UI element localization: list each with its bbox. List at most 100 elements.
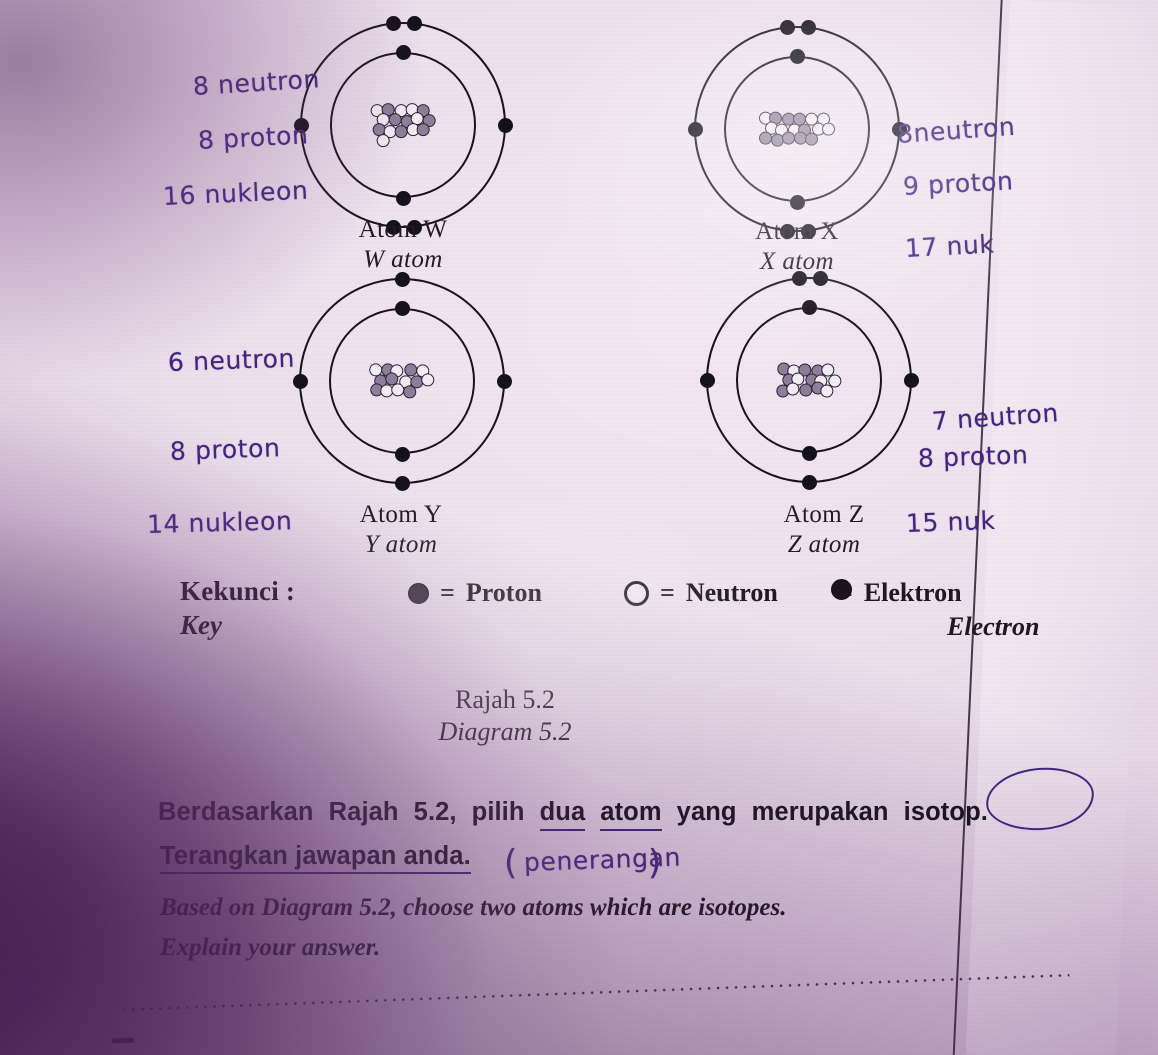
- q-word: merupakan: [751, 798, 889, 826]
- nucleus-proton: [417, 123, 431, 137]
- nucleus-x: [759, 111, 835, 147]
- question-en-line2: Explain your answer.: [160, 934, 381, 961]
- nucleus-neutron: [786, 382, 800, 396]
- nucleus-w: [370, 103, 436, 147]
- nucleus-proton: [781, 131, 795, 145]
- atom-label-ms: Atom Y: [359, 501, 443, 528]
- q-word-underlined: atom: [600, 798, 662, 831]
- electron: [394, 475, 410, 491]
- atom-label-en: W atom: [363, 246, 443, 273]
- handwriting-z-nucleon: 15 nuk: [905, 505, 996, 538]
- electron: [800, 19, 816, 35]
- atom-label-ms: Atom X: [755, 218, 839, 245]
- electron-icon: [830, 578, 852, 600]
- key-neutron-label: Neutron: [685, 578, 778, 607]
- electron: [394, 271, 410, 287]
- electron: [801, 474, 817, 490]
- electron: [292, 373, 308, 389]
- question-ms-line2: Terangkan jawapan anda.: [160, 842, 471, 874]
- handwriting-w-proton: 8 proton: [197, 120, 310, 155]
- key-label-ms: Kekunci :: [180, 576, 296, 606]
- electron: [406, 15, 422, 31]
- atom-diagram-z: [699, 270, 919, 490]
- electron: [801, 445, 817, 461]
- handwriting-w-nucleon: 16 nukleon: [162, 175, 309, 211]
- electron: [497, 117, 513, 133]
- caption-ms: Rajah 5.2: [455, 685, 555, 714]
- atom-diagram-y: [292, 271, 512, 491]
- handwriting-x-nucleon: 17 nuk: [904, 229, 996, 263]
- nucleus-neutron: [421, 373, 435, 387]
- electron: [687, 121, 703, 137]
- handwriting-x-neutron: 8neutron: [896, 112, 1016, 149]
- key-item-neutron: = Neutron: [624, 578, 778, 608]
- nucleus-neutron: [820, 384, 834, 398]
- atom-diagram-w: [293, 15, 513, 235]
- atom-label-y: Atom Y Y atom: [281, 500, 521, 560]
- nucleus-proton: [799, 383, 813, 397]
- diagram-caption: Rajah 5.2 Diagram 5.2: [0, 684, 1010, 747]
- electron: [395, 44, 411, 60]
- q-word: Rajah: [328, 798, 399, 826]
- nucleus-neutron: [821, 123, 835, 137]
- question-en-line1: Based on Diagram 5.2, choose two atoms w…: [160, 894, 787, 921]
- electron: [779, 19, 795, 35]
- handwriting-x-neutron-word: neutron: [912, 111, 1017, 148]
- handwriting-x-proton: 9 proton: [902, 166, 1015, 201]
- electron: [394, 300, 410, 316]
- electron: [789, 48, 805, 64]
- caption-en: Diagram 5.2: [438, 716, 572, 746]
- proton-icon: [408, 582, 429, 604]
- electron: [394, 446, 410, 462]
- atom-diagram-x: [687, 19, 907, 239]
- electron: [791, 270, 807, 286]
- handwriting-paren-close: ): [648, 843, 662, 883]
- question-ms-line1: Berdasarkan Rajah 5.2, pilih dua atom ya…: [158, 798, 988, 831]
- electron: [395, 190, 411, 206]
- electron: [699, 372, 715, 388]
- nucleus-proton: [394, 125, 408, 139]
- atom-label-ms: Atom W: [358, 216, 448, 243]
- neutron-icon: [624, 580, 649, 606]
- nucleus-neutron: [390, 383, 404, 397]
- handwriting-z-proton: 8 proton: [917, 440, 1029, 473]
- nucleus-z: [776, 362, 842, 398]
- key-proton-label: Proton: [465, 578, 542, 607]
- q-word: 5.2,: [413, 798, 457, 826]
- q-word: yang: [676, 798, 737, 826]
- electron: [812, 270, 828, 286]
- nucleus-proton: [805, 133, 819, 147]
- key-electron-label: Elektron: [863, 578, 962, 607]
- handwriting-y-proton: 8 proton: [169, 433, 281, 466]
- handwriting-paren-open: (: [504, 843, 518, 883]
- q-word-underlined: dua: [539, 798, 586, 831]
- q-word: pilih: [471, 798, 525, 826]
- electron: [496, 373, 512, 389]
- equals-sign: =: [440, 578, 455, 607]
- handwriting-y-neutron: 6 neutron: [167, 343, 296, 377]
- key-item-proton: = Proton: [408, 578, 542, 608]
- atom-label-w: Atom W W atom: [283, 215, 523, 275]
- handwriting-isotop-circle: [984, 765, 1096, 833]
- q-word: Berdasarkan: [158, 798, 314, 826]
- margin-dash-mark: [111, 1037, 135, 1044]
- page-content: Atom W W atom Atom X X atom Atom Y Y ato…: [0, 0, 1158, 1055]
- handwriting-x-neutron-struck: 8: [895, 118, 915, 149]
- atom-label-x: Atom X X atom: [677, 217, 917, 277]
- key-label-en: Key: [180, 610, 222, 640]
- handwriting-y-nucleon: 14 nukleon: [146, 506, 293, 539]
- nucleus-neutron: [377, 133, 391, 147]
- equals-sign: =: [660, 578, 675, 607]
- handwriting-z-neutron: 7 neutron: [930, 398, 1060, 436]
- worksheet-page: Atom W W atom Atom X X atom Atom Y Y ato…: [0, 0, 1158, 1055]
- answer-dotted-line: [119, 973, 1070, 1012]
- electron: [385, 15, 401, 31]
- nucleus-proton: [403, 385, 417, 399]
- electron: [789, 194, 805, 210]
- key-item-electron: = Elektron: [830, 578, 962, 608]
- q-line2-text: Terangkan jawapan anda.: [160, 842, 471, 874]
- electron: [801, 299, 817, 315]
- q-word-isotop: isotop.: [903, 798, 988, 826]
- nucleus-y: [369, 363, 435, 399]
- electron: [903, 372, 919, 388]
